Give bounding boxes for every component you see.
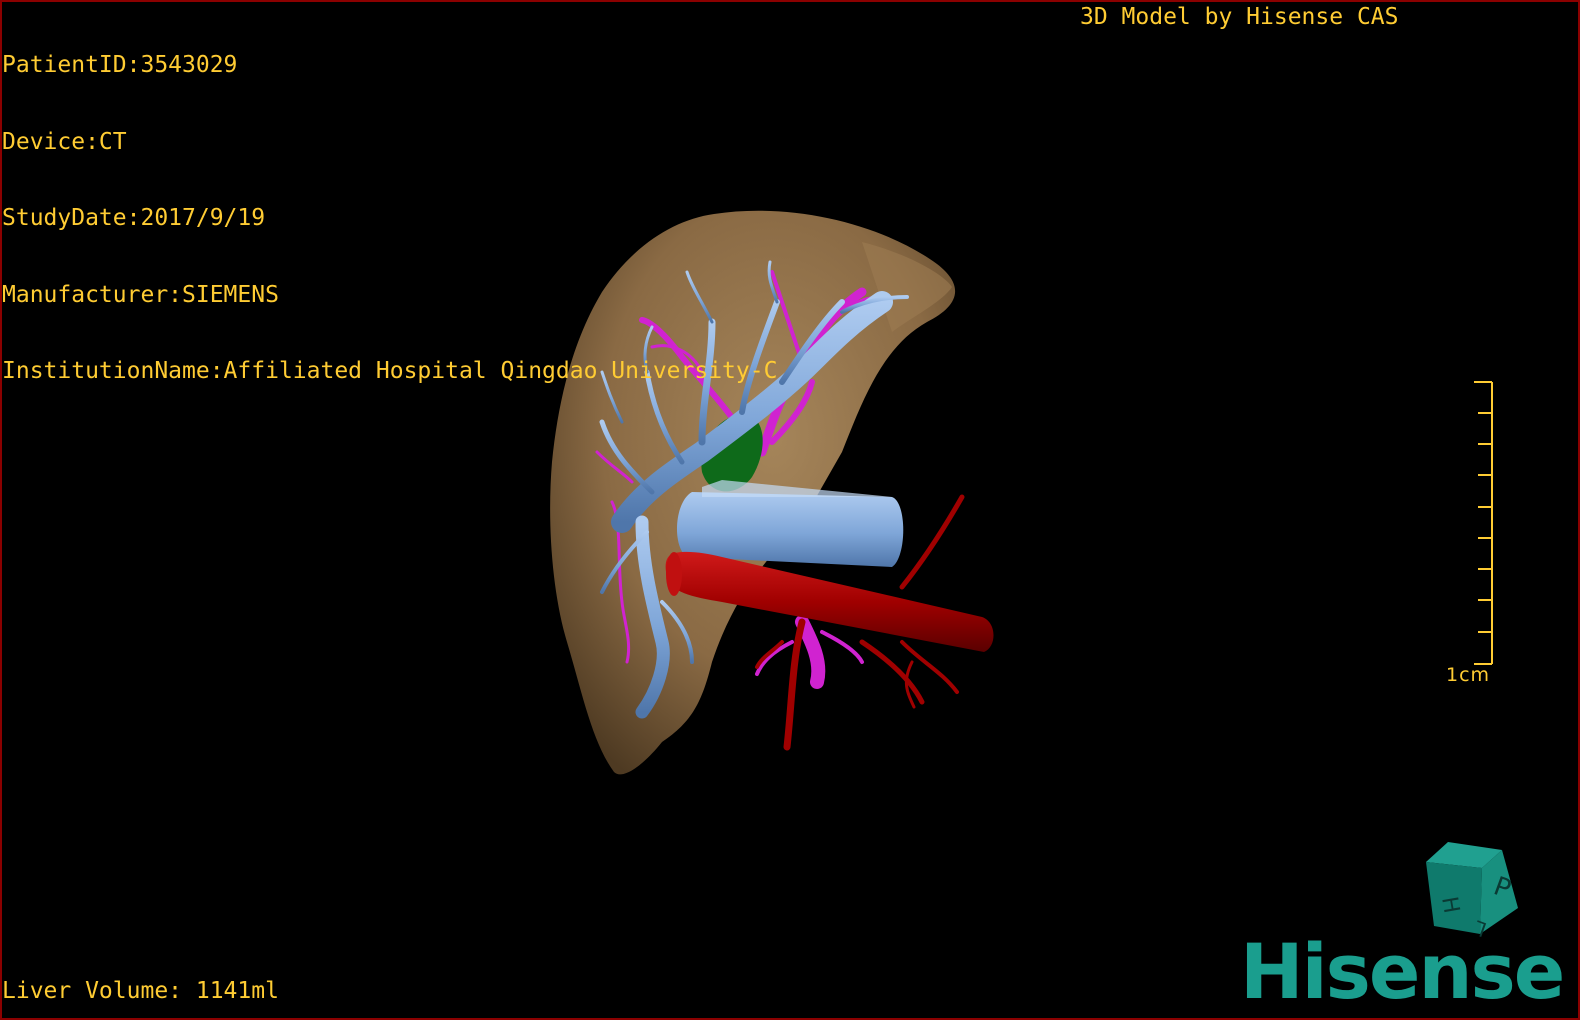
scale-bar-label: 1cm bbox=[1446, 664, 1491, 686]
dicom-info-overlay: PatientID:3543029 Device:CT StudyDate:20… bbox=[2, 2, 777, 436]
institution-text: InstitutionName:Affiliated Hospital Qing… bbox=[2, 358, 778, 384]
model-credit-text: 3D Model by Hisense CAS bbox=[1080, 4, 1399, 30]
3d-viewport[interactable]: PatientID:3543029 Device:CT StudyDate:20… bbox=[0, 0, 1580, 1020]
patient-id-text: PatientID:3543029 bbox=[2, 52, 238, 78]
liver-volume-text: Liver Volume: 1141ml bbox=[2, 978, 279, 1004]
device-text: Device:CT bbox=[2, 128, 127, 155]
orientation-cube[interactable]: P H L bbox=[1420, 838, 1525, 938]
scale-bar bbox=[1474, 381, 1493, 665]
hisense-logo: Hisense bbox=[1240, 927, 1565, 1016]
manufacturer-text: Manufacturer:SIEMENS bbox=[2, 281, 279, 308]
study-date-text: StudyDate:2017/9/19 bbox=[2, 205, 266, 231]
